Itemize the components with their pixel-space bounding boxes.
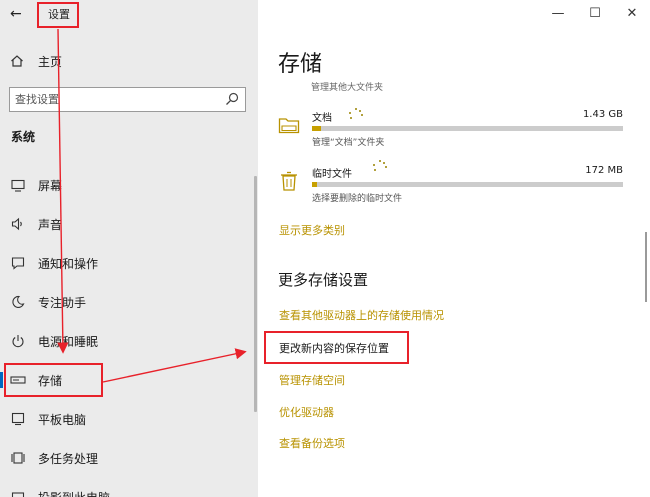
close-button[interactable]: ✕ bbox=[622, 4, 642, 24]
annotation-box-settings bbox=[37, 2, 79, 28]
sidebar: ← 设置 主页 系统 屏幕 声音 bbox=[0, 0, 258, 497]
storage-usage-bar bbox=[312, 126, 623, 131]
sidebar-item-label: 多任务处理 bbox=[38, 451, 99, 466]
sidebar-item-tablet[interactable]: 平板电脑 bbox=[0, 404, 258, 434]
storage-item-description: 选择要删除的临时文件 bbox=[312, 194, 403, 204]
sidebar-item-label: 投影到此电脑 bbox=[38, 489, 110, 497]
sidebar-item-label: 通知和操作 bbox=[38, 256, 99, 271]
multitask-icon bbox=[10, 450, 26, 466]
sidebar-item-multitasking[interactable]: 多任务处理 bbox=[0, 443, 258, 473]
sidebar-item-label: 平板电脑 bbox=[38, 412, 87, 427]
sidebar-item-label: 电源和睡眠 bbox=[38, 334, 99, 349]
main-scrollbar[interactable] bbox=[645, 232, 647, 302]
search-icon[interactable] bbox=[224, 91, 240, 107]
storage-item-description: 管理“文档”文件夹 bbox=[312, 138, 385, 148]
sidebar-item-sound[interactable]: 声音 bbox=[0, 209, 258, 239]
loading-spinner-icon bbox=[349, 108, 363, 122]
storage-usage-fill bbox=[312, 126, 322, 131]
annotation-box-save-location bbox=[264, 331, 409, 364]
sidebar-item-label: 声音 bbox=[38, 217, 63, 232]
page-title: 存储 bbox=[278, 52, 323, 77]
speaker-icon bbox=[10, 216, 26, 232]
manage-storage-spaces-link[interactable]: 管理存储空间 bbox=[279, 372, 345, 388]
sidebar-item-focus-assist[interactable]: 专注助手 bbox=[0, 287, 258, 317]
loading-spinner-icon bbox=[373, 160, 387, 174]
storage-item-temp-files[interactable]: 临时文件 172 MB 选择要删除的临时文件 bbox=[278, 160, 623, 209]
folder-icon bbox=[278, 118, 300, 134]
optimize-drives-link[interactable]: 优化驱动器 bbox=[279, 404, 334, 420]
maximize-button[interactable]: ☐ bbox=[585, 4, 605, 24]
settings-window: ← 设置 主页 系统 屏幕 声音 bbox=[0, 0, 650, 497]
projector-icon bbox=[10, 489, 26, 497]
sidebar-item-label: 专注助手 bbox=[38, 295, 87, 310]
search-input[interactable] bbox=[15, 91, 215, 108]
sidebar-item-home[interactable]: 主页 bbox=[10, 50, 62, 72]
show-more-categories-link[interactable]: 显示更多类别 bbox=[279, 222, 345, 238]
view-other-drives-link[interactable]: 查看其他驱动器上的存储使用情况 bbox=[279, 307, 444, 323]
power-icon bbox=[10, 333, 26, 349]
home-icon bbox=[11, 55, 23, 67]
main-content: — ☐ ✕ 存储 管理其他大文件夹 文档 1.43 GB 管理“文档”文件夹 临… bbox=[258, 0, 650, 497]
active-indicator bbox=[0, 372, 3, 388]
storage-item-size: 1.43 GB bbox=[582, 109, 623, 120]
annotation-box-storage bbox=[4, 363, 103, 397]
sidebar-item-power-sleep[interactable]: 电源和睡眠 bbox=[0, 326, 258, 356]
view-backup-options-link[interactable]: 查看备份选项 bbox=[279, 435, 345, 451]
monitor-icon bbox=[10, 177, 26, 193]
more-storage-settings-heading: 更多存储设置 bbox=[278, 271, 369, 289]
back-button[interactable]: ← bbox=[10, 4, 30, 24]
storage-usage-fill bbox=[312, 182, 317, 187]
storage-item-name: 文档 bbox=[312, 113, 332, 124]
sidebar-scrollbar[interactable] bbox=[254, 176, 257, 412]
sidebar-item-project[interactable]: 投影到此电脑 bbox=[0, 482, 258, 497]
sidebar-item-notifications[interactable]: 通知和操作 bbox=[0, 248, 258, 278]
sidebar-item-display[interactable]: 屏幕 bbox=[0, 170, 258, 200]
home-label: 主页 bbox=[38, 54, 63, 69]
other-folders-note: 管理其他大文件夹 bbox=[311, 83, 384, 93]
tablet-icon bbox=[10, 411, 26, 427]
minimize-button[interactable]: — bbox=[548, 4, 568, 24]
moon-icon bbox=[10, 294, 26, 310]
storage-usage-bar bbox=[312, 182, 623, 187]
trash-icon bbox=[281, 171, 297, 191]
storage-item-size: 172 MB bbox=[585, 165, 623, 176]
notification-icon bbox=[10, 255, 26, 271]
search-box[interactable] bbox=[9, 87, 246, 112]
storage-item-name: 临时文件 bbox=[312, 169, 352, 180]
storage-item-documents[interactable]: 文档 1.43 GB 管理“文档”文件夹 bbox=[278, 108, 623, 153]
sidebar-item-label: 屏幕 bbox=[38, 178, 63, 193]
section-label-system: 系统 bbox=[11, 130, 36, 144]
